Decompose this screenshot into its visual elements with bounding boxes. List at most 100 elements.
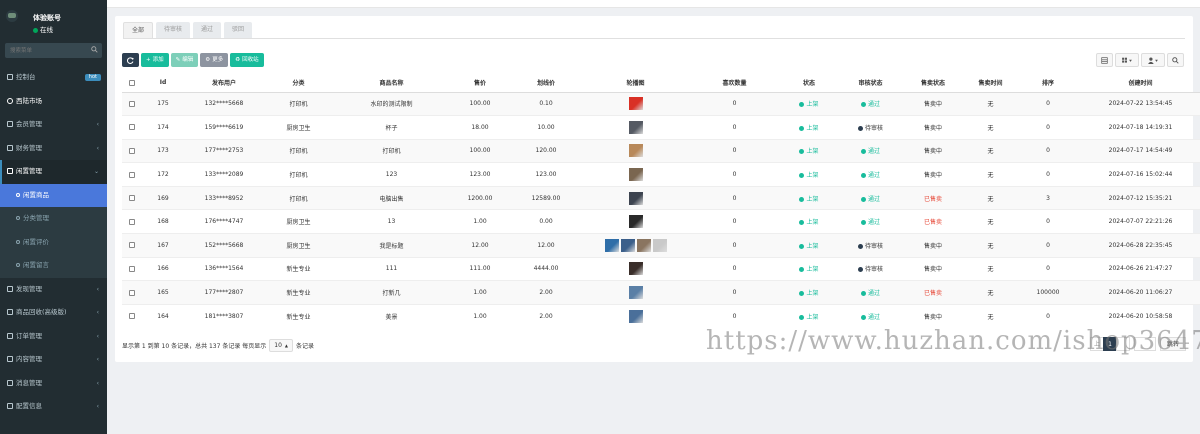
thumbnail-image[interactable] <box>628 191 643 205</box>
cell-audit-status: 通过 <box>838 185 903 210</box>
row-checkbox[interactable] <box>129 100 135 107</box>
column-header-5[interactable]: 售价 <box>450 74 510 93</box>
cell-category: 打印机 <box>264 138 333 163</box>
thumbnail-image[interactable] <box>628 309 643 323</box>
select-all-checkbox[interactable] <box>129 79 135 86</box>
column-header-1[interactable]: Id <box>142 74 184 93</box>
sidebar-item-label: 内容管理 <box>16 355 42 363</box>
tab-2[interactable]: 通过 <box>193 22 222 38</box>
sidebar-item-7[interactable]: 闲置评价 <box>0 230 107 254</box>
column-header-10[interactable]: 审核状态 <box>838 74 903 93</box>
thumbnail-image[interactable] <box>604 238 619 252</box>
cell-sort: 100000 <box>1018 280 1078 305</box>
cell-id: 169 <box>142 185 184 210</box>
column-header-14[interactable]: 创建时间 <box>1078 74 1200 93</box>
thumbnail-image[interactable] <box>620 238 635 252</box>
cell-category: 厨房卫生 <box>264 209 333 234</box>
cell-sort: 0 <box>1018 91 1078 116</box>
cell-thumbnails <box>582 115 689 140</box>
menu-search-input[interactable] <box>5 43 85 58</box>
toggle-view-button[interactable] <box>1096 53 1113 67</box>
cell-id: 166 <box>142 256 184 281</box>
column-header-12[interactable]: 售卖时间 <box>963 74 1018 93</box>
sidebar-item-5[interactable]: 闲置商品 <box>0 183 107 207</box>
table-row: 172 133****2089 打印机 123 123.00 123.00 0 上架 通过 售卖中… <box>122 162 1200 187</box>
add-button[interactable]: + 添加 <box>141 53 169 67</box>
column-header-11[interactable]: 售卖状态 <box>903 74 963 93</box>
sidebar-item-4[interactable]: 闲置管理 ⌄ <box>0 160 107 184</box>
sidebar-item-label: 商品回收(高级版) <box>16 308 67 316</box>
chevron-left-icon: ‹ <box>96 332 99 340</box>
sidebar-item-label: 闲置留言 <box>23 261 49 269</box>
sidebar-item-0[interactable]: 控制台 hot <box>0 66 107 90</box>
column-header-9[interactable]: 状态 <box>780 74 838 93</box>
cell-original-price: 12589.00 <box>510 185 582 210</box>
user-status-label: 在线 <box>40 26 53 34</box>
sidebar-item-9[interactable]: 发现管理 ‹ <box>0 278 107 302</box>
row-checkbox[interactable] <box>129 218 135 225</box>
thumbnail-image[interactable] <box>628 262 643 276</box>
cell-sale-time: 无 <box>963 91 1018 116</box>
cell-sale-status: 售卖中 <box>903 256 963 281</box>
thumbnail-image[interactable] <box>628 168 643 182</box>
page-size-select[interactable]: 10 ▲ <box>269 339 293 352</box>
tab-1[interactable]: 待审核 <box>156 22 191 38</box>
sidebar-item-3[interactable]: 财务管理 ‹ <box>0 137 107 161</box>
column-header-8[interactable]: 喜欢数量 <box>689 74 780 93</box>
cell-created-time: 2024-07-12 15:35:21 <box>1078 185 1200 210</box>
thumbnail-image[interactable] <box>628 144 643 158</box>
chevron-left-icon: ‹ <box>96 121 99 128</box>
tab-0[interactable]: 全部 <box>123 22 154 38</box>
sidebar-item-1[interactable]: 西陆市场 <box>0 90 107 114</box>
table-search-button[interactable] <box>1167 53 1184 67</box>
column-header-6[interactable]: 划线价 <box>510 74 582 93</box>
sidebar-item-13[interactable]: 消息管理 ‹ <box>0 372 107 396</box>
status-label: 上架 <box>806 148 819 156</box>
column-header-13[interactable]: 排序 <box>1018 74 1078 93</box>
cell-likes: 0 <box>689 138 780 163</box>
row-checkbox[interactable] <box>129 265 135 272</box>
column-header-7[interactable]: 轮播图 <box>582 74 689 93</box>
sidebar: 体验账号 在线 控制台 hot 西陆市场会员管理 ‹ 财务管理 ‹ 闲置管理 ⌄ 闲置商品分类管… <box>0 0 107 434</box>
thumbnail-image[interactable] <box>628 286 643 300</box>
sidebar-item-6[interactable]: 分类管理 <box>0 207 107 231</box>
row-checkbox[interactable] <box>129 171 135 178</box>
thumbnail-image[interactable] <box>628 97 643 111</box>
cell-price: 1200.00 <box>450 185 510 210</box>
row-checkbox[interactable] <box>129 147 135 154</box>
column-header-2[interactable]: 发布用户 <box>184 74 264 93</box>
sidebar-item-14[interactable]: 配置信息 ‹ <box>0 395 107 419</box>
sidebar-item-10[interactable]: 商品回收(高级版) ‹ <box>0 301 107 325</box>
cell-status: 上架 <box>780 115 838 140</box>
row-checkbox-cell <box>122 91 142 116</box>
tab-3[interactable]: 驳回 <box>224 22 253 38</box>
row-checkbox[interactable] <box>129 124 135 131</box>
row-checkbox[interactable] <box>129 313 135 320</box>
table-header-row: Id 发布用户 分类 商品名称 售价 划线价 轮播图 喜欢数量 状态 审核状态 售卖状态 售卖时间 排序… <box>122 74 1200 93</box>
columns-dropdown[interactable] <box>1115 53 1139 67</box>
thumbnail-image[interactable] <box>636 238 651 252</box>
thumbnail-image[interactable] <box>628 215 643 229</box>
row-checkbox[interactable] <box>129 289 135 296</box>
column-header-3[interactable]: 分类 <box>264 74 333 93</box>
more-button[interactable]: ⚙ 更多 <box>200 53 229 67</box>
edit-button[interactable]: ✎ 编辑 <box>170 53 199 67</box>
cell-sort: 0 <box>1018 233 1078 258</box>
avatar <box>6 10 18 22</box>
cell-category: 新生专业 <box>264 303 333 328</box>
sidebar-item-2[interactable]: 会员管理 ‹ <box>0 113 107 137</box>
row-checkbox[interactable] <box>129 195 135 202</box>
column-header-4[interactable]: 商品名称 <box>333 74 450 93</box>
refresh-button[interactable] <box>122 53 139 67</box>
row-checkbox[interactable] <box>129 242 135 249</box>
filter-tabs: 全部 待审核 通过 驳回 <box>123 22 255 38</box>
recycle-bin-button[interactable]: ♻ 回收站 <box>230 53 264 67</box>
watermark: https://www.huzhan.com/ishop3647 <box>706 326 1200 356</box>
thumbnail-image[interactable] <box>628 120 643 134</box>
sidebar-item-12[interactable]: 内容管理 ‹ <box>0 348 107 372</box>
search-icon[interactable] <box>91 46 98 53</box>
thumbnail-image[interactable] <box>652 238 667 252</box>
sidebar-item-11[interactable]: 订单管理 ‹ <box>0 325 107 349</box>
export-dropdown[interactable] <box>1141 53 1165 67</box>
sidebar-item-8[interactable]: 闲置留言 <box>0 254 107 278</box>
